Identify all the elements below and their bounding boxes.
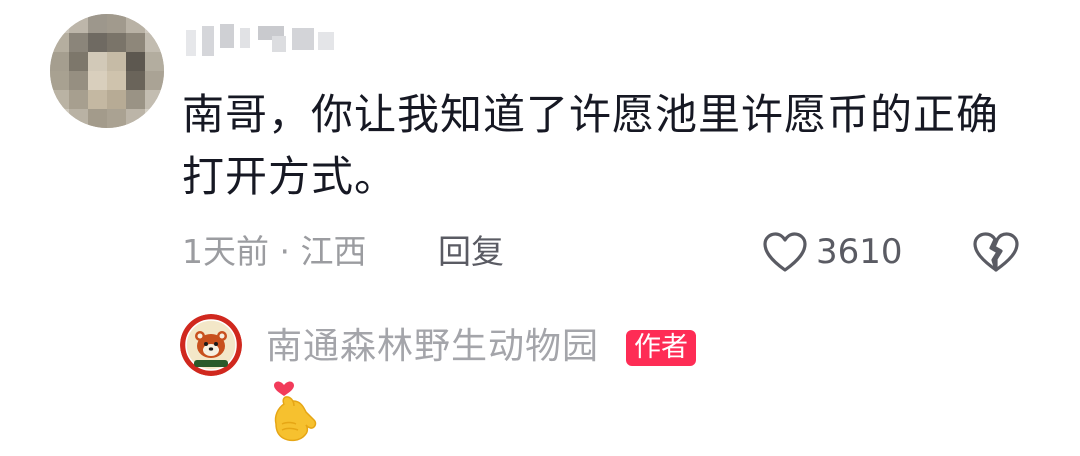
heart-outline-icon [762,231,808,273]
commenter-username-blurred[interactable] [186,20,346,58]
commenter-avatar[interactable] [50,14,164,128]
author-name[interactable]: 南通森林野生动物园 [266,322,599,372]
dislike-button[interactable] [972,230,1020,274]
like-count: 3610 [816,232,903,272]
comment-location: 江西 [300,232,367,271]
like-button[interactable]: 3610 [762,230,903,274]
comment-time-location: 1天前 · 江西 [182,228,366,276]
finger-heart-emoji-icon [268,380,320,446]
reply-button[interactable]: 回复 [438,228,504,276]
meta-separator: · [269,232,301,271]
red-panda-logo-icon [180,314,242,376]
comment-text: 南哥，你让我知道了许愿池里许愿币的正确打开方式。 [182,90,1000,201]
comment-meta-row: 1天前 · 江西 回复 3610 [182,228,1042,276]
broken-heart-icon [972,232,1020,278]
author-avatar[interactable] [180,314,242,376]
author-badge: 作者 [626,330,696,366]
comment-time: 1天前 [182,232,269,271]
